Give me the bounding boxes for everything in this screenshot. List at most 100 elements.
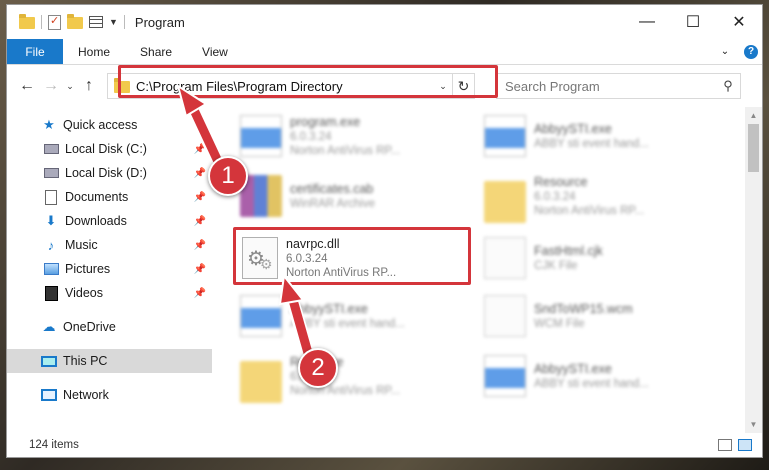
window-title: Program (134, 14, 185, 30)
tab-file[interactable]: File (7, 39, 63, 64)
pin-icon: 📌 (193, 143, 206, 155)
sidebar-item-label: Videos (65, 286, 103, 300)
computer-icon (41, 353, 57, 369)
sidebar-item-label: Documents (65, 190, 129, 204)
search-icon[interactable]: ⚲ (716, 78, 740, 94)
recent-locations-chevron-icon[interactable]: ⌄ (63, 81, 77, 92)
close-button[interactable]: ✕ (716, 5, 762, 39)
local-disk-icon (43, 165, 59, 181)
scroll-down-icon[interactable]: ▼ (745, 416, 762, 433)
pin-icon: 📌 (193, 215, 206, 227)
up-button[interactable]: ↑ (77, 77, 101, 95)
sidebar-item-label: This PC (63, 354, 108, 368)
maximize-button[interactable]: ☐ (670, 5, 716, 39)
list-item[interactable]: program.exe 6.0.3.24 Norton AntiVirus RP… (240, 107, 480, 165)
scroll-up-icon[interactable]: ▲ (745, 107, 762, 124)
minimize-button[interactable]: — (624, 5, 670, 39)
quick-access-toolbar: ▼ (7, 14, 125, 30)
sidebar-item-downloads[interactable]: ⬇ Downloads 📌 (7, 209, 212, 233)
sidebar-item-local-disk-c[interactable]: Local Disk (C:) 📌 (7, 137, 212, 161)
folder-icon (484, 181, 526, 223)
tab-home[interactable]: Home (63, 39, 125, 64)
exe-icon (484, 115, 526, 157)
network-icon (41, 387, 57, 403)
pin-icon: 📌 (193, 167, 206, 179)
details-view-icon[interactable] (718, 439, 732, 451)
search-input[interactable]: Search Program ⚲ (496, 73, 741, 99)
list-item[interactable]: certificates.cab WinRAR Archive (240, 167, 480, 225)
scrollbar-thumb[interactable] (748, 124, 759, 172)
sidebar-item-this-pc[interactable]: This PC (7, 349, 212, 373)
sidebar-item-label: Music (65, 238, 98, 252)
sidebar-item-label: Local Disk (C:) (65, 142, 147, 156)
sidebar-item-label: Pictures (65, 262, 111, 276)
sidebar-item-videos[interactable]: Videos 📌 (7, 281, 212, 305)
exe-icon (240, 115, 282, 157)
sidebar-item-onedrive[interactable]: ☁ OneDrive (7, 315, 212, 339)
file-highlight (233, 227, 471, 285)
status-bar: 124 items (7, 433, 762, 457)
star-icon: ★ (43, 117, 55, 132)
tab-view[interactable]: View (187, 39, 243, 64)
sidebar-item-pictures[interactable]: Pictures 📌 (7, 257, 212, 281)
step-2-badge: 2 (298, 348, 338, 388)
sidebar-item-label: Downloads (65, 214, 127, 228)
details-icon[interactable] (89, 16, 103, 28)
tiles-view-icon[interactable] (738, 439, 752, 451)
properties-icon[interactable] (48, 14, 61, 30)
folder-icon (240, 361, 282, 403)
exe-icon (240, 295, 282, 337)
cloud-icon: ☁ (42, 319, 56, 334)
downloads-icon: ⬇ (45, 213, 57, 228)
ribbon-spacer (243, 39, 710, 64)
local-disk-icon (43, 141, 59, 157)
list-item[interactable]: Resource 6.0.3.24 Norton AntiVirus RP... (240, 347, 480, 405)
help-icon: ? (744, 44, 758, 59)
item-count: 124 items (29, 439, 79, 451)
list-item[interactable]: FastHtml.cjk CJK File (484, 229, 724, 287)
sidebar-item-network[interactable]: Network (7, 383, 212, 407)
pin-icon: 📌 (193, 239, 206, 251)
back-button[interactable]: ← (15, 77, 39, 95)
customize-dropdown-icon[interactable]: ▼ (109, 17, 118, 27)
window-controls: — ☐ ✕ (624, 5, 762, 39)
file-icon (484, 237, 526, 279)
list-item[interactable]: AbbyySTI.exe ABBY sti event hand... (484, 347, 724, 405)
sidebar-item-label: Local Disk (D:) (65, 166, 147, 180)
pin-icon: 📌 (193, 263, 206, 275)
tab-share[interactable]: Share (125, 39, 187, 64)
pin-icon: 📌 (193, 191, 206, 203)
list-item[interactable]: SndToWP15.wcm WCM File (484, 287, 724, 345)
folder-icon (19, 14, 35, 29)
videos-icon (43, 285, 59, 301)
ribbon-tabs: File Home Share View ⌄ ? (7, 39, 762, 65)
pictures-icon (43, 261, 59, 277)
list-item[interactable]: Resource 6.0.3.24 Norton AntiVirus RP... (484, 167, 724, 225)
list-item[interactable]: AbbyySTI.exe ABBY sti event hand... (484, 107, 724, 165)
address-bar-highlight (118, 65, 498, 98)
pin-icon: 📌 (193, 287, 206, 299)
list-item[interactable]: AbbyySTI.exe ABBY sti event hand... (240, 287, 480, 345)
sidebar-item-quick-access[interactable]: ★ Quick access (7, 113, 212, 137)
title-bar: ▼ Program — ☐ ✕ (7, 5, 762, 39)
navigation-pane: ★ Quick access Local Disk (C:) 📌 Local D… (7, 107, 212, 433)
expand-ribbon-chevron-icon[interactable]: ⌄ (710, 39, 740, 64)
sidebar-item-local-disk-d[interactable]: Local Disk (D:) 📌 (7, 161, 212, 185)
search-placeholder: Search Program (505, 78, 600, 94)
file-icon (484, 295, 526, 337)
sidebar-item-documents[interactable]: Documents 📌 (7, 185, 212, 209)
forward-button[interactable]: → (39, 77, 63, 95)
step-1-badge: 1 (208, 156, 248, 196)
new-folder-icon[interactable] (67, 14, 83, 29)
sidebar-item-label: OneDrive (63, 320, 116, 334)
sidebar-item-music[interactable]: ♪ Music 📌 (7, 233, 212, 257)
sidebar-item-label: Quick access (63, 118, 138, 132)
divider (123, 15, 125, 29)
documents-icon (43, 189, 59, 205)
music-icon: ♪ (47, 237, 55, 253)
exe-icon (484, 355, 526, 397)
sidebar-item-label: Network (63, 388, 109, 402)
vertical-scrollbar[interactable]: ▲ ▼ (745, 107, 762, 433)
help-button[interactable]: ? (740, 39, 762, 64)
divider (41, 15, 42, 29)
